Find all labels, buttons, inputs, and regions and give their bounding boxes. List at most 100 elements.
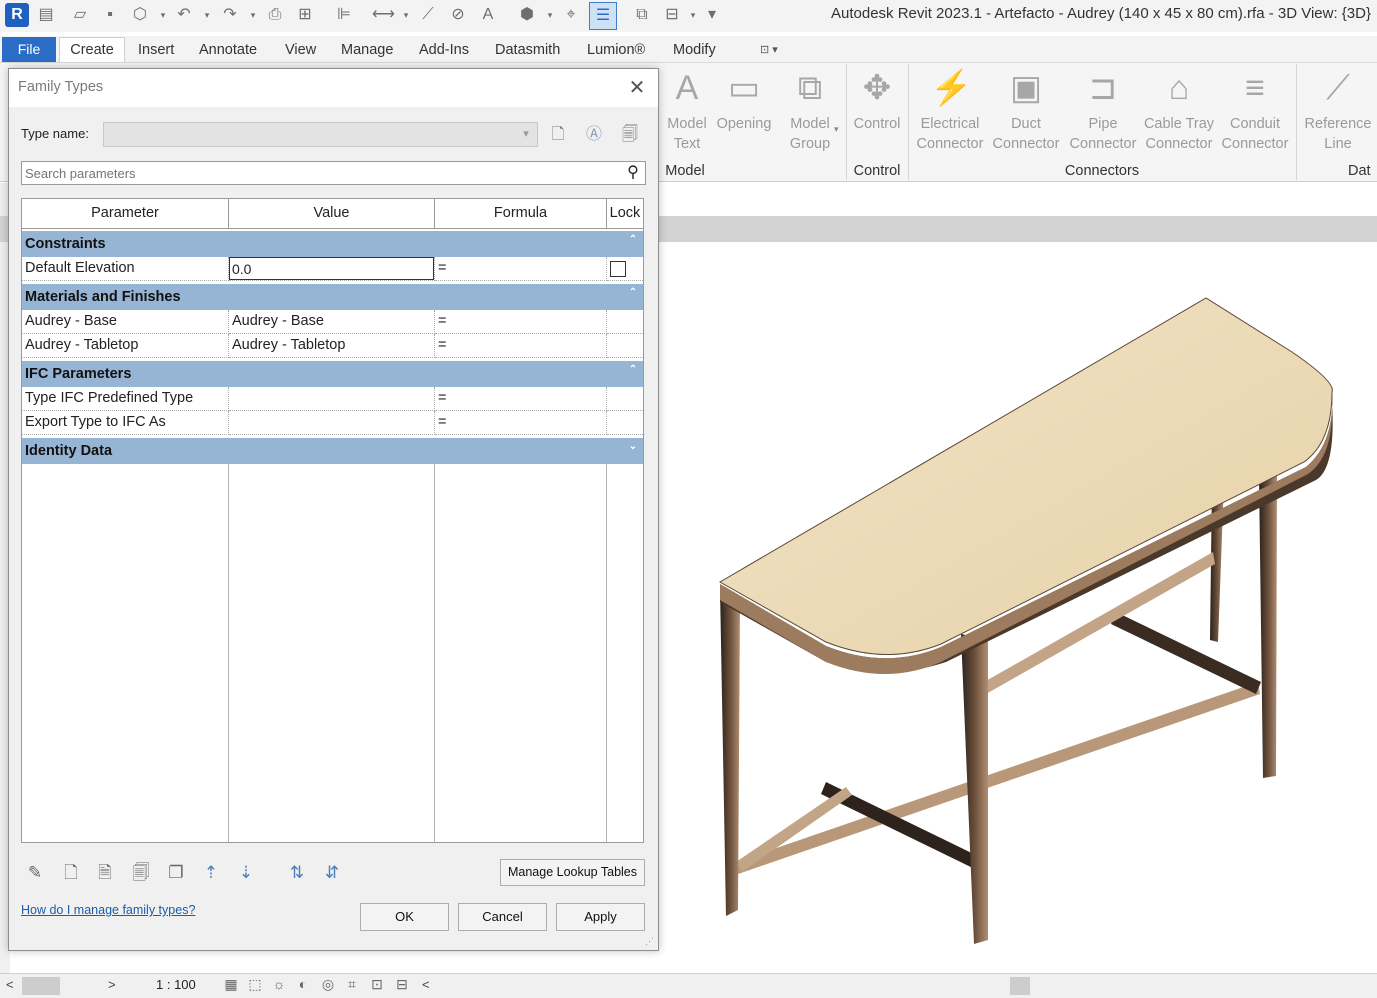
expand-icon[interactable]: ⌄ — [626, 440, 640, 454]
resize-grip-icon[interactable]: ⋰ — [645, 936, 657, 948]
tab-create[interactable]: Create — [59, 37, 125, 63]
browser-scrollbar[interactable] — [0, 976, 124, 996]
redo-icon[interactable]: ↷ — [220, 5, 240, 25]
edit-parameter-properties-icon[interactable]: 🗎 — [93, 861, 117, 885]
tab-view[interactable]: View — [281, 38, 320, 62]
revit-logo-icon[interactable]: R — [5, 3, 29, 27]
formula-export-type-to-ifc-as[interactable]: = — [435, 411, 607, 435]
print-icon[interactable]: ⎙ — [265, 5, 285, 25]
sort-descending-icon[interactable]: ⇵ — [320, 861, 344, 885]
group-header-constraints[interactable]: Constraints — [22, 231, 643, 257]
type-name-combo[interactable] — [103, 122, 538, 147]
model-text-button[interactable]: A Model Text — [663, 66, 711, 154]
dimension-icon[interactable]: ⟋ — [418, 5, 438, 25]
measure-icon[interactable]: ⟷ — [372, 5, 395, 25]
switch-windows-icon[interactable]: ⊟ — [662, 5, 682, 25]
show-crop-icon[interactable]: ⊡ — [367, 975, 387, 993]
tab-annotate[interactable]: Annotate — [195, 38, 261, 62]
rename-type-icon[interactable]: Ⓐ — [582, 123, 606, 147]
column-header-formula[interactable]: Formula — [435, 199, 607, 229]
sort-ascending-icon[interactable]: ⇅ — [285, 861, 309, 885]
view-scale[interactable]: 1 : 100 — [156, 977, 196, 992]
open-icon[interactable]: ▱ — [70, 5, 90, 25]
sync-dropdown-icon[interactable]: ▾ — [158, 8, 168, 22]
home-icon[interactable]: ▤ — [36, 5, 56, 25]
param-name-default-elevation[interactable]: Default Elevation — [22, 257, 229, 281]
undo-dropdown-icon[interactable]: ▾ — [202, 8, 212, 22]
default-3d-icon[interactable]: ⬢ — [517, 5, 537, 25]
value-export-type-to-ifc-as[interactable] — [229, 411, 435, 435]
close-button[interactable]: ✕ — [624, 75, 650, 101]
lock-view-icon[interactable]: ⊟ — [392, 975, 412, 993]
delete-parameter-icon[interactable]: 🗐 — [129, 861, 153, 885]
customize-qat-icon[interactable]: ▾ — [702, 5, 722, 25]
group-header-ifc-parameters[interactable]: IFC Parameters — [22, 361, 643, 387]
formula-default-elevation[interactable]: = — [435, 257, 607, 281]
section-icon[interactable]: ⌖ — [561, 5, 581, 25]
column-header-value[interactable]: Value — [229, 199, 435, 229]
copy-parameter-icon[interactable]: ❐ — [164, 861, 188, 885]
tab-manage[interactable]: Manage — [337, 38, 397, 62]
scrollbar-thumb[interactable] — [1010, 977, 1030, 995]
collapse-icon[interactable]: ⌃ — [626, 233, 640, 247]
pipe-connector-button[interactable]: ⊐ Pipe Connector — [1066, 66, 1140, 154]
tab-add-ins[interactable]: Add-Ins — [415, 38, 473, 62]
move-up-icon[interactable]: ⇡ — [199, 861, 223, 885]
value-audrey-base[interactable]: Audrey - Base — [229, 310, 435, 334]
tab-file[interactable]: File — [2, 37, 56, 62]
duct-connector-button[interactable]: ▣ Duct Connector — [990, 66, 1062, 154]
param-name-type-ifc-predefined-type[interactable]: Type IFC Predefined Type — [22, 387, 229, 411]
scroll-right-icon[interactable]: > — [108, 977, 116, 992]
3d-dropdown-icon[interactable]: ▾ — [545, 8, 555, 22]
print-setup-icon[interactable]: ⊞ — [295, 5, 315, 25]
tab-insert[interactable]: Insert — [134, 38, 178, 62]
cancel-button[interactable]: Cancel — [458, 903, 547, 931]
group-header-identity-data[interactable]: Identity Data — [22, 438, 643, 464]
scroll-left-icon[interactable]: < — [422, 977, 430, 992]
model-group-dropdown-icon[interactable]: ▾ — [834, 124, 844, 136]
rendering-icon[interactable]: ◎ — [318, 975, 338, 993]
default-elevation-value-input[interactable] — [229, 257, 434, 280]
value-type-ifc-predefined-type[interactable] — [229, 387, 435, 411]
save-icon[interactable]: ▪ — [100, 5, 120, 25]
collapse-icon[interactable]: ⌃ — [626, 286, 640, 300]
conduit-connector-button[interactable]: ≡ Conduit Connector — [1218, 66, 1292, 154]
manage-lookup-tables-button[interactable]: Manage Lookup Tables — [500, 859, 645, 886]
align-icon[interactable]: ⊫ — [334, 5, 354, 25]
formula-audrey-tabletop[interactable]: = — [435, 334, 607, 358]
detail-level-icon[interactable]: ▦ — [221, 975, 241, 993]
edit-parameter-icon[interactable]: ✎ — [23, 861, 47, 885]
close-hidden-icon[interactable]: ⧉ — [632, 5, 652, 25]
param-name-export-type-to-ifc-as[interactable]: Export Type to IFC As — [22, 411, 229, 435]
switch-windows-dropdown-icon[interactable]: ▾ — [688, 8, 698, 22]
cable-tray-connector-button[interactable]: ⌂ Cable Tray Connector — [1141, 66, 1217, 154]
ok-button[interactable]: OK — [360, 903, 449, 931]
crop-view-icon[interactable]: ⌗ — [342, 975, 362, 993]
undo-icon[interactable]: ↶ — [174, 5, 194, 25]
column-header-parameter[interactable]: Parameter — [22, 199, 229, 229]
new-type-icon[interactable]: 🗋 — [546, 123, 570, 147]
tab-modify[interactable]: Modify — [669, 38, 720, 62]
param-name-audrey-tabletop[interactable]: Audrey - Tabletop — [22, 334, 229, 358]
tab-datasmith[interactable]: Datasmith — [491, 38, 564, 62]
search-input[interactable] — [25, 164, 615, 182]
group-header-materials-and-finishes[interactable]: Materials and Finishes — [22, 284, 643, 310]
sync-icon[interactable]: ⬡ — [130, 5, 150, 25]
scrollbar-thumb[interactable] — [22, 977, 60, 995]
chevron-down-icon[interactable]: ▾ — [518, 126, 534, 142]
redo-dropdown-icon[interactable]: ▾ — [248, 8, 258, 22]
help-link[interactable]: How do I manage family types? — [21, 903, 195, 917]
dialog-title-bar[interactable] — [9, 69, 658, 107]
thin-lines-icon[interactable]: ☰ — [589, 2, 617, 30]
value-audrey-tabletop[interactable]: Audrey - Tabletop — [229, 334, 435, 358]
formula-audrey-base[interactable]: = — [435, 310, 607, 334]
opening-button[interactable]: ▭ Opening — [714, 66, 774, 134]
shadows-icon[interactable]: ◐ — [293, 975, 313, 993]
param-name-audrey-base[interactable]: Audrey - Base — [22, 310, 229, 334]
move-down-icon[interactable]: ⇣ — [234, 861, 258, 885]
column-header-lock[interactable]: Lock — [607, 199, 643, 229]
new-parameter-icon[interactable]: 🗋 — [59, 861, 83, 885]
tag-icon[interactable]: ⊘ — [448, 5, 468, 25]
visual-style-icon[interactable]: ⬚ — [245, 975, 265, 993]
scroll-left-icon[interactable]: < — [6, 977, 14, 992]
